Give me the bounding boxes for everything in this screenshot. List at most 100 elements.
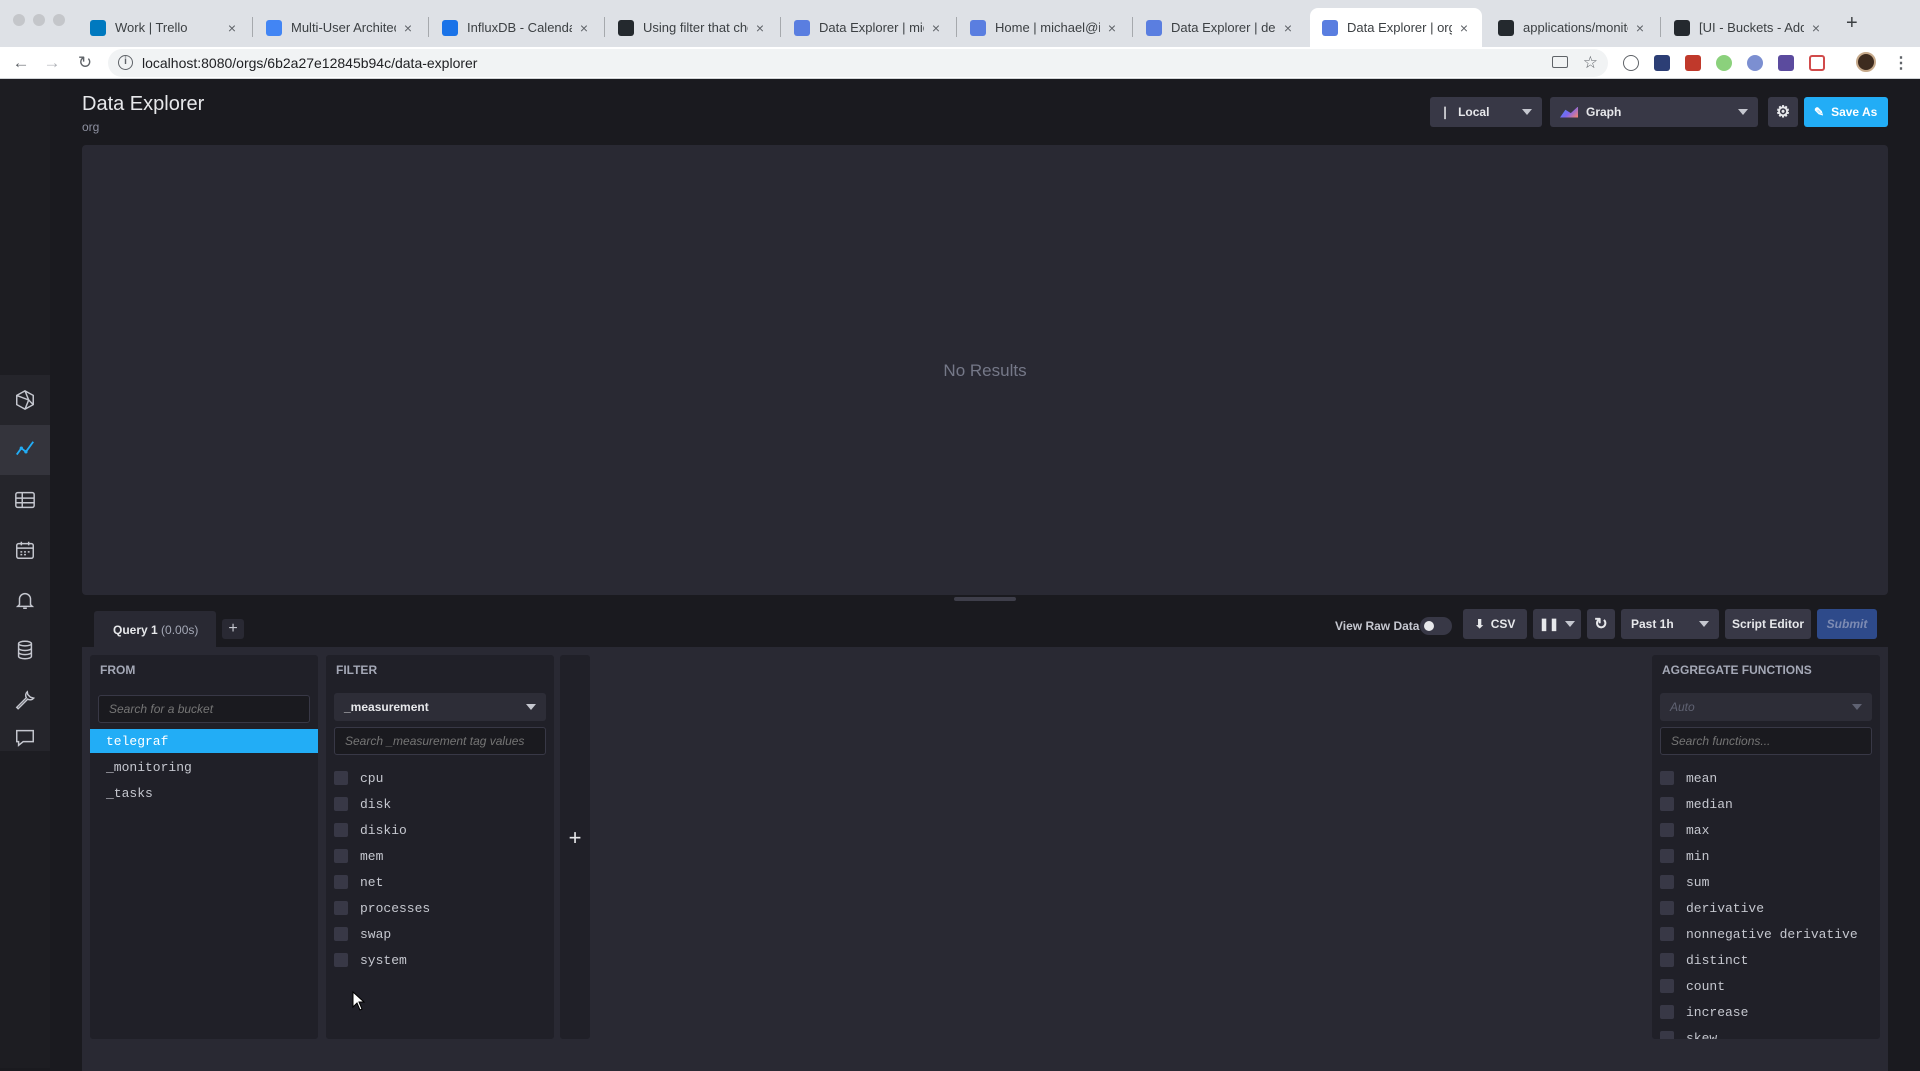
tag-value-row[interactable]: mem: [334, 845, 383, 867]
address-bar[interactable]: i localhost:8080/orgs/6b2a27e12845b94c/d…: [108, 49, 1608, 77]
bucket-search-input[interactable]: [98, 695, 310, 723]
close-tab-icon[interactable]: ×: [576, 20, 592, 36]
extension-purple-icon[interactable]: [1778, 55, 1794, 71]
csv-download-button[interactable]: ⬇ CSV: [1463, 609, 1527, 639]
close-tab-icon[interactable]: ×: [928, 20, 944, 36]
window-zoom-button[interactable]: [53, 14, 65, 26]
browser-tab[interactable]: [UI - Buckets - Add ×: [1662, 8, 1834, 47]
browser-tab[interactable]: Data Explorer | desa ×: [1134, 8, 1306, 47]
extension-red-icon[interactable]: [1685, 55, 1701, 71]
timezone-dropdown[interactable]: ❘ Local: [1430, 97, 1542, 127]
checkbox[interactable]: [1660, 979, 1674, 993]
tag-key-dropdown[interactable]: _measurement: [334, 693, 546, 721]
extension-info-icon[interactable]: [1623, 55, 1639, 71]
function-row[interactable]: distinct: [1660, 949, 1748, 971]
close-tab-icon[interactable]: ×: [752, 20, 768, 36]
new-tab-button[interactable]: +: [1846, 12, 1858, 35]
extension-blue-icon[interactable]: [1747, 55, 1763, 71]
nav-data-explorer[interactable]: [0, 425, 50, 475]
browser-tab[interactable]: Using filter that checks ×: [606, 8, 778, 47]
tag-value-row[interactable]: disk: [334, 793, 391, 815]
checkbox[interactable]: [1660, 771, 1674, 785]
settings-gear-button[interactable]: ⚙: [1768, 97, 1798, 127]
checkbox[interactable]: [334, 901, 348, 915]
time-range-dropdown[interactable]: Past 1h: [1621, 609, 1719, 639]
back-icon[interactable]: ←: [9, 51, 33, 75]
vis-type-dropdown[interactable]: Graph: [1550, 97, 1758, 127]
browser-tab[interactable]: Data Explorer | michael ×: [782, 8, 954, 47]
tag-value-row[interactable]: net: [334, 871, 383, 893]
checkbox[interactable]: [334, 823, 348, 837]
nav-dashboards[interactable]: [0, 475, 50, 525]
checkbox[interactable]: [334, 927, 348, 941]
bucket-item[interactable]: telegraf: [90, 729, 318, 753]
function-row[interactable]: median: [1660, 793, 1733, 815]
tag-value-row[interactable]: swap: [334, 923, 391, 945]
tag-values-search-input[interactable]: [334, 727, 546, 755]
refresh-button[interactable]: ↻: [1587, 609, 1615, 639]
extension-v-icon[interactable]: [1654, 55, 1670, 71]
checkbox[interactable]: [1660, 849, 1674, 863]
browser-tab[interactable]: InfluxDB - Calendar ×: [430, 8, 602, 47]
browser-tab[interactable]: applications/monitoring ×: [1486, 8, 1658, 47]
close-tab-icon[interactable]: ×: [1632, 20, 1648, 36]
query-tab[interactable]: Query 1 (0.00s): [94, 611, 216, 647]
checkbox[interactable]: [334, 875, 348, 889]
checkbox[interactable]: [1660, 1031, 1674, 1039]
submit-button[interactable]: Submit: [1817, 609, 1877, 639]
function-row[interactable]: nonnegative derivative: [1660, 923, 1858, 945]
extension-green-icon[interactable]: [1716, 55, 1732, 71]
browser-tab[interactable]: Multi-User Architecture ×: [254, 8, 426, 47]
forward-icon[interactable]: →: [40, 51, 64, 75]
checkbox[interactable]: [1660, 953, 1674, 967]
site-info-icon[interactable]: i: [118, 55, 133, 70]
function-row[interactable]: count: [1660, 975, 1725, 997]
browser-menu-icon[interactable]: ⋮: [1893, 53, 1909, 73]
close-tab-icon[interactable]: ×: [1104, 20, 1120, 36]
function-row[interactable]: derivative: [1660, 897, 1764, 919]
checkbox[interactable]: [1660, 927, 1674, 941]
bucket-item[interactable]: _tasks: [90, 781, 318, 805]
nav-tasks[interactable]: [0, 525, 50, 575]
save-as-button[interactable]: ✎ Save As: [1804, 97, 1888, 127]
nav-alerts[interactable]: [0, 575, 50, 625]
checkbox[interactable]: [334, 797, 348, 811]
bookmark-star-icon[interactable]: ☆: [1583, 53, 1598, 73]
function-row[interactable]: increase: [1660, 1001, 1748, 1023]
script-editor-button[interactable]: Script Editor: [1725, 609, 1811, 639]
browser-tab[interactable]: Home | michael@influx ×: [958, 8, 1130, 47]
checkbox[interactable]: [334, 953, 348, 967]
view-raw-data-toggle[interactable]: [1420, 617, 1452, 635]
tag-value-row[interactable]: diskio: [334, 819, 407, 841]
tag-value-row[interactable]: system: [334, 949, 407, 971]
add-query-button[interactable]: +: [222, 619, 244, 639]
nav-settings[interactable]: [0, 675, 50, 725]
checkbox[interactable]: [334, 849, 348, 863]
function-row[interactable]: sum: [1660, 871, 1709, 893]
tag-value-row[interactable]: processes: [334, 897, 430, 919]
close-tab-icon[interactable]: ×: [224, 20, 240, 36]
checkbox[interactable]: [1660, 1005, 1674, 1019]
autorefresh-dropdown[interactable]: ❚❚: [1533, 609, 1581, 639]
function-row[interactable]: mean: [1660, 767, 1717, 789]
nav-feedback[interactable]: [0, 725, 50, 751]
resize-drag-handle[interactable]: [954, 597, 1016, 601]
window-close-button[interactable]: [13, 14, 25, 26]
function-row[interactable]: max: [1660, 819, 1709, 841]
profile-avatar[interactable]: [1856, 52, 1876, 72]
checkbox[interactable]: [1660, 823, 1674, 837]
bucket-item[interactable]: _monitoring: [90, 755, 318, 779]
nav-load-data[interactable]: [0, 625, 50, 675]
tag-value-row[interactable]: cpu: [334, 767, 383, 789]
close-tab-icon[interactable]: ×: [1808, 20, 1824, 36]
add-filter-button[interactable]: +: [560, 655, 590, 1039]
nav-home[interactable]: [0, 375, 50, 425]
browser-tab[interactable]: Work | Trello ×: [78, 8, 250, 47]
close-tab-icon[interactable]: ×: [400, 20, 416, 36]
function-row[interactable]: skew: [1660, 1027, 1717, 1039]
function-row[interactable]: min: [1660, 845, 1709, 867]
cast-icon[interactable]: [1552, 56, 1568, 68]
window-minimize-button[interactable]: [33, 14, 45, 26]
close-tab-icon[interactable]: ×: [1456, 20, 1472, 36]
checkbox[interactable]: [1660, 901, 1674, 915]
